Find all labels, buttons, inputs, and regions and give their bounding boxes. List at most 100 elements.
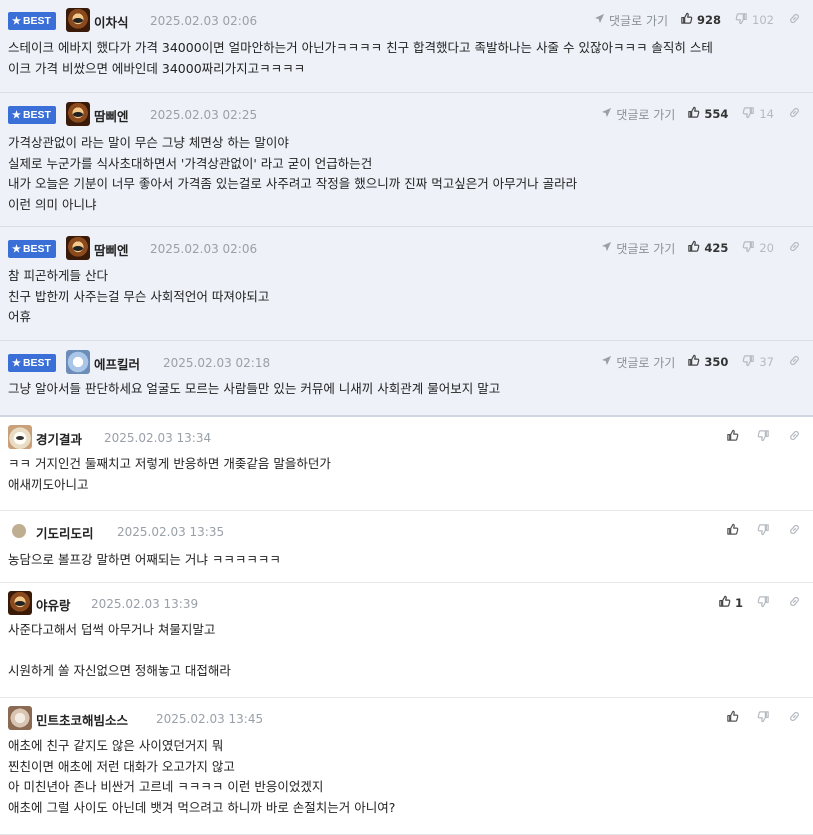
downvote-button[interactable]: 37 [742,354,774,370]
timestamp: 2025.02.03 13:35 [117,525,225,539]
thumbs-down-icon [742,106,759,122]
comment-actions [726,708,801,728]
upvote-button[interactable]: 350 [687,354,728,370]
nickname[interactable]: 에프킬러 [94,354,140,373]
best-badge: ★ BEST [8,240,56,258]
nickname[interactable]: 이차식 [94,12,129,31]
avatar[interactable] [8,425,32,449]
upvote-button[interactable]: 554 [687,106,728,122]
comment-body: 참 피곤하게들 산다 친구 밥한끼 사주는걸 무슨 사회적언어 따져야되고 어휴 [8,268,270,324]
timestamp: 2025.02.03 02:06 [150,242,258,256]
thumbs-down-icon [757,429,774,445]
thumbs-up-icon [726,429,743,445]
thumbs-up-icon [687,354,704,370]
thumbs-down-icon [735,12,752,28]
share-link-button[interactable] [788,523,801,539]
go-to-reply-link[interactable]: 댓글로 가기 [594,12,668,29]
send-icon [594,13,609,27]
timestamp: 2025.02.03 13:39 [91,597,199,611]
comment-actions: 댓글로 가기 350 37 [601,352,801,372]
downvote-button[interactable] [757,595,774,611]
nickname[interactable]: 야유랑 [36,595,71,614]
comment: 민트초코해빔소스 2025.02.03 13:45 애초에 친구 같지도 않은 사이… [0,698,813,835]
avatar[interactable] [66,236,90,260]
comment-header: 민트초코해빔소스 2025.02.03 13:45 [8,705,805,731]
downvote-count: 20 [759,241,774,255]
go-to-reply-link[interactable]: 댓글로 가기 [601,240,675,257]
avatar[interactable] [66,102,90,126]
downvote-button[interactable] [757,523,774,539]
downvote-count: 37 [759,355,774,369]
go-to-reply-label: 댓글로 가기 [616,107,676,122]
comment-header: 기도리도리 2025.02.03 13:35 [8,518,805,544]
upvote-button[interactable]: 425 [687,240,728,256]
comment-actions [726,521,801,541]
comment-body: 그냥 알아서들 판단하세요 얼굴도 모르는 사람들만 있는 커뮤에 니새끼 사회… [8,381,501,396]
best-badge: ★ BEST [8,12,56,30]
best-badge-label: BEST [22,109,51,121]
comment-actions: 댓글로 가기 928 102 [594,10,801,30]
comment-body: ㅋㅋ 거지인건 둘째치고 저렇게 반응하면 개좆같음 말을하던가 애새끼도아니고 [8,456,331,492]
downvote-button[interactable] [757,710,774,726]
comment-header: ★ BEST 땀삐엔 2025.02.03 02:25 댓글로 가기 554 14 [8,101,805,127]
thumbs-up-icon [718,595,735,611]
comment-header: 야유랑 2025.02.03 13:39 1 [8,590,805,616]
send-icon [601,107,616,121]
timestamp: 2025.02.03 02:06 [150,14,258,28]
star-icon: ★ [12,16,21,27]
upvote-count: 425 [704,241,729,255]
best-badge-label: BEST [22,243,51,255]
avatar[interactable] [8,706,32,730]
best-comment: ★ BEST 땀삐엔 2025.02.03 02:25 댓글로 가기 554 14 가격상관없… [0,93,813,227]
timestamp: 2025.02.03 02:25 [150,108,258,122]
share-link-button[interactable] [788,595,801,611]
share-link-button[interactable] [788,12,801,28]
upvote-button[interactable] [726,523,743,539]
timestamp: 2025.02.03 02:18 [163,356,271,370]
share-link-button[interactable] [788,429,801,445]
link-icon [788,595,801,611]
downvote-button[interactable]: 20 [742,240,774,256]
downvote-button[interactable]: 14 [742,106,774,122]
avatar[interactable] [8,591,32,615]
send-icon [601,355,616,369]
nickname[interactable]: 땀삐엔 [94,240,129,259]
comment-body: 농담으로 볼프강 말하면 어째되는 거냐 ㅋㅋㅋㅋㅋㅋ [8,552,281,567]
share-link-button[interactable] [788,106,801,122]
upvote-count: 928 [697,13,722,27]
comment-list: ★ BEST 이차식 2025.02.03 02:06 댓글로 가기 928 102 스테이크… [0,0,813,835]
downvote-count: 102 [752,13,774,27]
nickname[interactable]: 땀삐엔 [94,106,129,125]
best-comment: ★ BEST 이차식 2025.02.03 02:06 댓글로 가기 928 102 스테이크… [0,0,813,93]
thumbs-down-icon [742,354,759,370]
share-link-button[interactable] [788,354,801,370]
upvote-button[interactable] [726,710,743,726]
go-to-reply-link[interactable]: 댓글로 가기 [601,354,675,371]
downvote-button[interactable] [757,429,774,445]
go-to-reply-label: 댓글로 가기 [609,13,669,28]
thumbs-down-icon [757,710,774,726]
thumbs-down-icon [757,595,774,611]
upvote-button[interactable]: 928 [680,12,721,28]
upvote-count: 1 [734,596,743,610]
thumbs-up-icon [680,12,697,28]
downvote-count: 14 [759,107,774,121]
share-link-button[interactable] [788,710,801,726]
share-link-button[interactable] [788,240,801,256]
nickname[interactable]: 기도리도리 [36,523,94,542]
nickname[interactable]: 민트초코해빔소스 [36,710,128,729]
best-badge-label: BEST [22,15,51,27]
star-icon: ★ [12,244,21,255]
best-badge: ★ BEST [8,354,56,372]
avatar[interactable] [66,8,90,32]
timestamp: 2025.02.03 13:34 [104,431,212,445]
go-to-reply-link[interactable]: 댓글로 가기 [601,106,675,123]
avatar[interactable] [66,350,90,374]
upvote-button[interactable]: 1 [718,595,743,611]
downvote-button[interactable]: 102 [735,12,774,28]
go-to-reply-label: 댓글로 가기 [616,355,676,370]
upvote-button[interactable] [726,429,743,445]
nickname[interactable]: 경기결과 [36,429,82,448]
thumbs-up-icon [687,240,704,256]
avatar[interactable] [12,524,26,538]
